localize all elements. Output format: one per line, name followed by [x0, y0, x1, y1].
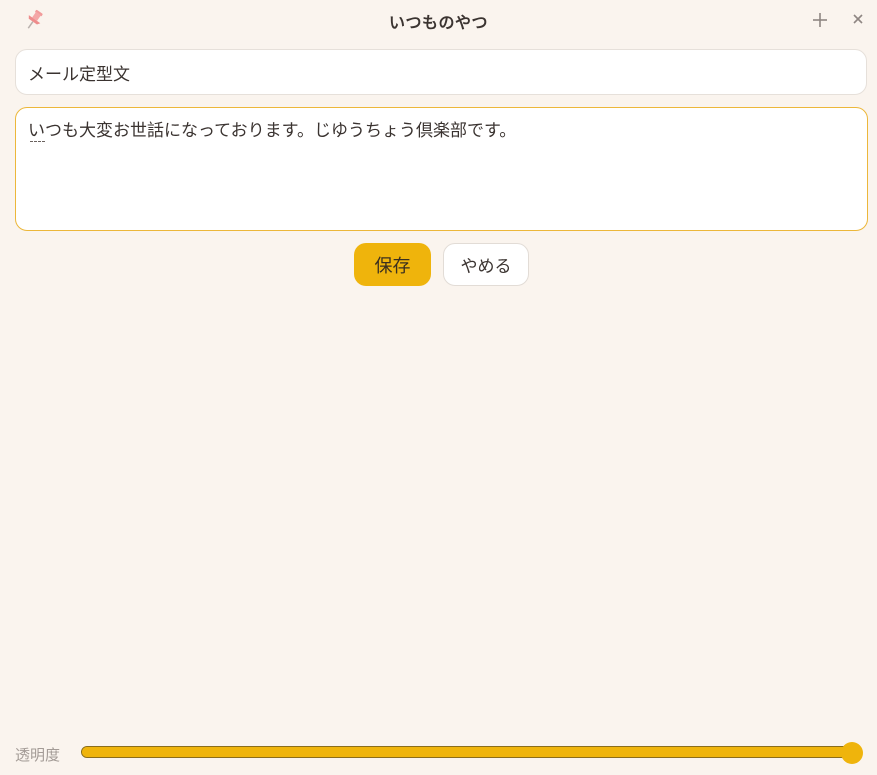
note-body-textarea[interactable]: いつも大変お世話になっております。じゆうちょう倶楽部です。 — [15, 107, 868, 231]
opacity-slider-fill — [82, 747, 851, 757]
ime-composition-underline — [30, 141, 45, 142]
opacity-slider-track[interactable] — [81, 746, 852, 758]
opacity-label: 透明度 — [15, 746, 61, 764]
note-title-input[interactable] — [15, 49, 867, 95]
cancel-button[interactable]: やめる — [443, 243, 529, 286]
window-title: いつものやつ — [388, 13, 488, 32]
plus-icon[interactable] — [809, 9, 831, 31]
save-button[interactable]: 保存 — [354, 243, 431, 286]
note-window: いつものやつ いつも大変お世話になっております。じゆうちょう倶楽部です。 保存 … — [0, 0, 877, 775]
note-body-text: いつも大変お世話になっております。じゆうちょう倶楽部です。 — [28, 121, 517, 141]
opacity-slider-thumb[interactable] — [841, 742, 863, 764]
title-bar: いつものやつ — [0, 0, 877, 40]
close-icon[interactable] — [849, 10, 867, 28]
